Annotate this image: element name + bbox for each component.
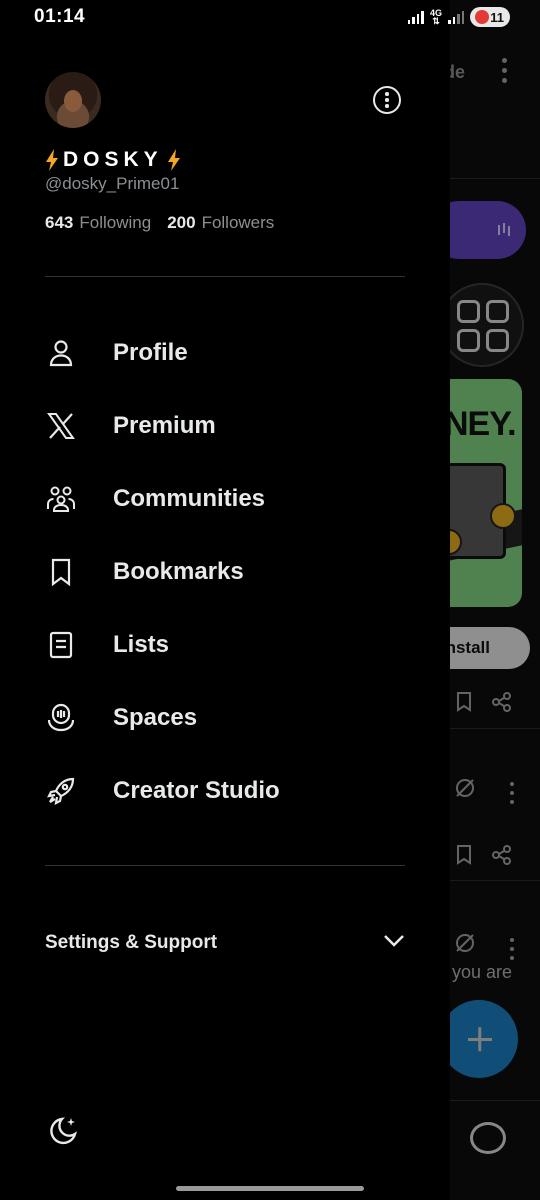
rocket-icon xyxy=(45,775,77,807)
menu-item-premium[interactable]: Premium xyxy=(0,389,450,462)
feed-header-text: de xyxy=(450,62,466,82)
more-options-icon[interactable] xyxy=(373,86,401,114)
feed-tweet-text: you are xyxy=(452,962,513,982)
user-handle[interactable]: @dosky_Prime01 xyxy=(45,174,179,194)
status-bar: 01:14 4G ⇅ 11 xyxy=(0,0,540,36)
menu-item-label: Spaces xyxy=(113,703,198,731)
following-count[interactable]: 643 xyxy=(45,213,73,233)
avatar[interactable] xyxy=(45,72,101,128)
feed-share-icon xyxy=(492,845,512,871)
menu-item-label: Premium xyxy=(113,411,216,439)
follow-stats: 643 Following 200 Followers xyxy=(45,213,284,233)
menu-item-communities[interactable]: Communities xyxy=(0,462,450,535)
following-label[interactable]: Following xyxy=(79,213,151,233)
menu-item-label: Profile xyxy=(113,338,188,366)
messages-icon xyxy=(470,1122,506,1154)
feed-divider xyxy=(450,178,540,179)
feed-spaces-pill xyxy=(450,201,526,259)
lightning-bolt-icon xyxy=(46,149,58,171)
feed-install-button: nstall xyxy=(450,627,530,669)
moon-icon xyxy=(50,1117,77,1145)
battery-icon: 11 xyxy=(470,7,510,27)
feed-muted-icon xyxy=(454,777,476,805)
menu-item-label: Lists xyxy=(113,630,170,658)
settings-label: Settings & Support xyxy=(45,932,218,953)
network-type-label: 4G ⇅ xyxy=(429,8,442,26)
battery-level: 11 xyxy=(490,9,504,25)
settings-and-support-toggle[interactable]: Settings & Support xyxy=(45,926,405,960)
signal-icon xyxy=(407,10,424,24)
feed-muted-icon xyxy=(454,932,476,960)
feed-more-icon xyxy=(510,938,518,965)
bookmark-icon xyxy=(45,556,77,588)
x-logo-icon xyxy=(45,410,77,442)
feed-more-icon xyxy=(510,782,518,809)
followers-label[interactable]: Followers xyxy=(202,213,275,233)
background-feed: de NEY. nstall you are xyxy=(450,0,540,1200)
theme-toggle-button[interactable] xyxy=(46,1114,80,1148)
display-name-text: DOSKY xyxy=(63,148,163,171)
feed-share-icon xyxy=(492,692,512,718)
menu-item-profile[interactable]: Profile xyxy=(0,316,450,389)
feed-divider xyxy=(450,728,540,729)
menu-item-lists[interactable]: Lists xyxy=(0,608,450,681)
feed-ad-text: NEY. xyxy=(450,405,517,443)
low-battery-indicator xyxy=(475,10,489,24)
feed-app-icon xyxy=(450,283,524,367)
feed-more-icon xyxy=(502,58,510,88)
status-time: 01:14 xyxy=(34,6,86,27)
menu-item-bookmarks[interactable]: Bookmarks xyxy=(0,535,450,608)
divider xyxy=(45,276,405,277)
home-indicator[interactable] xyxy=(176,1186,364,1191)
feed-divider xyxy=(450,1100,540,1101)
status-icons: 4G ⇅ 11 xyxy=(407,7,510,27)
navigation-drawer: DOSKY @dosky_Prime01 643 Following 200 F… xyxy=(0,0,450,1200)
person-icon xyxy=(45,337,77,369)
menu-item-spaces[interactable]: Spaces xyxy=(0,681,450,754)
feed-bookmark-icon xyxy=(456,845,472,871)
menu-item-creator-studio[interactable]: Creator Studio xyxy=(0,754,450,827)
menu-item-label: Communities xyxy=(113,484,266,512)
lightning-bolt-icon xyxy=(167,149,180,171)
microphone-icon xyxy=(45,702,77,734)
feed-ad-image: NEY. xyxy=(450,379,522,607)
list-icon xyxy=(45,629,77,661)
chevron-down-icon xyxy=(383,934,405,953)
display-name[interactable]: DOSKY xyxy=(45,148,181,172)
menu-item-label: Bookmarks xyxy=(113,557,244,585)
divider xyxy=(45,865,405,866)
feed-bookmark-icon xyxy=(456,692,472,718)
drawer-menu: Profile Premium Communities Bookmarks Li… xyxy=(0,316,450,827)
followers-count[interactable]: 200 xyxy=(167,213,195,233)
signal-icon-2 xyxy=(448,10,464,24)
people-icon xyxy=(45,483,77,515)
compose-fab xyxy=(450,1000,518,1078)
feed-divider xyxy=(450,880,540,881)
menu-item-label: Creator Studio xyxy=(113,776,280,804)
